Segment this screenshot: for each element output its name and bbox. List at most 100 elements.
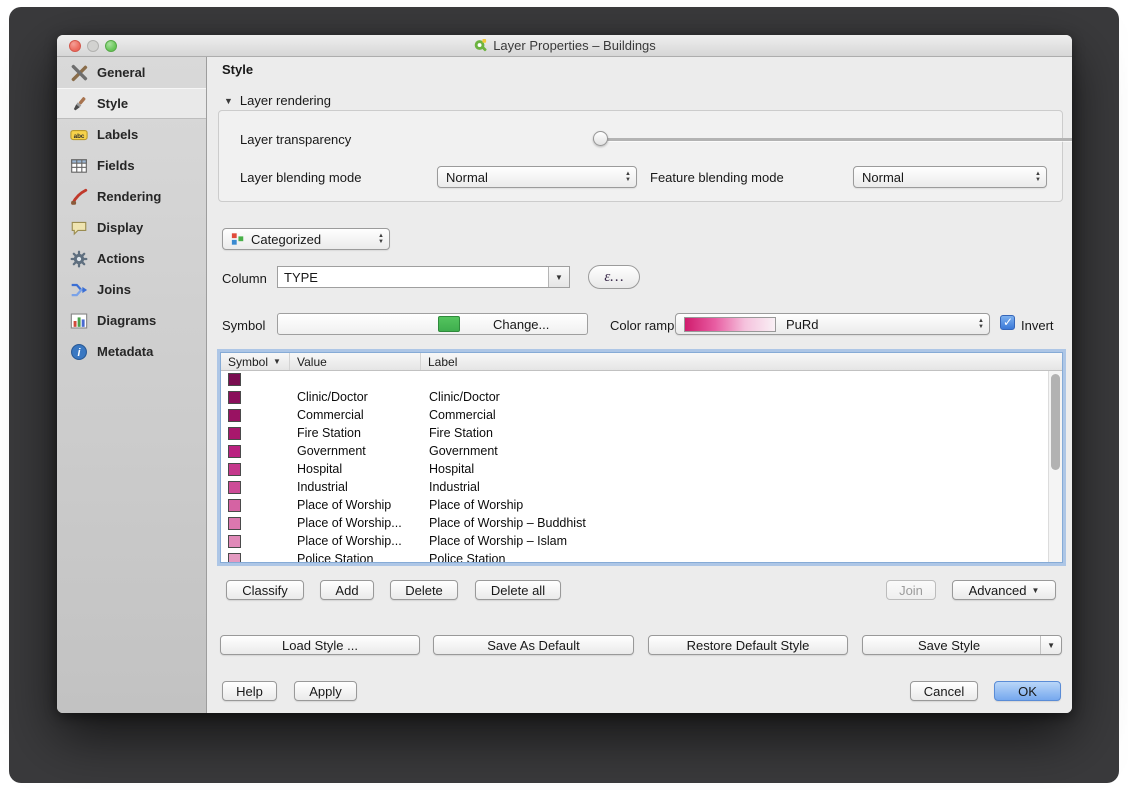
gear-icon: [70, 250, 88, 268]
advanced-button[interactable]: Advanced ▼: [952, 580, 1056, 600]
info-icon: i: [70, 343, 88, 361]
color-ramp-select[interactable]: PuRd ▲▼: [675, 313, 990, 335]
symbol-swatch: [438, 316, 460, 332]
svg-text:abc: abc: [74, 132, 85, 139]
apply-button[interactable]: Apply: [294, 681, 357, 701]
delete-all-button[interactable]: Delete all: [475, 580, 561, 600]
category-symbol-swatch[interactable]: [228, 535, 241, 548]
sidebar-item-labels[interactable]: abc Labels: [57, 119, 206, 150]
restore-default-style-button[interactable]: Restore Default Style: [648, 635, 848, 655]
layer-properties-window: Layer Properties – Buildings General Styl…: [57, 35, 1072, 713]
layer-transparency-slider[interactable]: [593, 129, 1072, 149]
combo-dropdown-icon[interactable]: ▼: [548, 267, 569, 287]
category-symbol-swatch[interactable]: [228, 553, 241, 562]
scrollbar-thumb[interactable]: [1051, 374, 1060, 470]
join-button[interactable]: Join: [886, 580, 936, 600]
category-row[interactable]: [221, 371, 1048, 389]
category-symbol-swatch[interactable]: [228, 373, 241, 386]
category-label: Place of Worship – Islam: [429, 534, 567, 548]
sidebar-item-display[interactable]: Display: [57, 212, 206, 243]
category-symbol-swatch[interactable]: [228, 445, 241, 458]
category-row[interactable]: Commercial Commercial: [221, 407, 1048, 425]
sidebar-item-fields[interactable]: Fields: [57, 150, 206, 181]
speech-bubble-icon: [70, 219, 88, 237]
sidebar-item-diagrams[interactable]: Diagrams: [57, 305, 206, 336]
bar-chart-icon: [70, 312, 88, 330]
feature-blending-select[interactable]: Normal ▲▼: [853, 166, 1047, 188]
sidebar-item-rendering[interactable]: Rendering: [57, 181, 206, 212]
join-arrows-icon: [70, 281, 88, 299]
color-ramp-value: PuRd: [786, 317, 819, 332]
sidebar-item-metadata[interactable]: i Metadata: [57, 336, 206, 367]
vertical-scrollbar[interactable]: [1048, 371, 1062, 562]
category-symbol-swatch[interactable]: [228, 427, 241, 440]
save-style-button[interactable]: Save Style ▼: [862, 635, 1062, 655]
dropdown-arrow-icon: ▼: [1031, 586, 1039, 595]
popup-arrows-icon: ▲▼: [620, 167, 636, 187]
column-header-symbol[interactable]: Symbol ▼: [221, 353, 290, 370]
category-symbol-swatch[interactable]: [228, 391, 241, 404]
popup-arrows-icon: ▲▼: [1030, 167, 1046, 187]
category-symbol-swatch[interactable]: [228, 409, 241, 422]
color-ramp-preview: [684, 317, 776, 332]
window-title-area: Layer Properties – Buildings: [57, 35, 1072, 56]
paintbrush-icon: [70, 95, 88, 113]
sidebar-item-label: Labels: [97, 127, 138, 142]
sidebar-item-joins[interactable]: Joins: [57, 274, 206, 305]
delete-button[interactable]: Delete: [390, 580, 458, 600]
category-symbol-swatch[interactable]: [228, 481, 241, 494]
category-label: Fire Station: [429, 426, 493, 440]
category-symbol-swatch[interactable]: [228, 499, 241, 512]
load-style-button[interactable]: Load Style ...: [220, 635, 420, 655]
sidebar-item-actions[interactable]: Actions: [57, 243, 206, 274]
feature-blending-label: Feature blending mode: [650, 170, 784, 185]
column-select[interactable]: TYPE ▼: [277, 266, 570, 288]
qgis-icon: [473, 38, 488, 53]
expression-builder-button[interactable]: ε…: [588, 265, 640, 289]
add-button[interactable]: Add: [320, 580, 374, 600]
titlebar[interactable]: Layer Properties – Buildings: [57, 35, 1072, 57]
renderer-type-value: Categorized: [251, 232, 321, 247]
column-header-label[interactable]: Label: [421, 353, 1062, 370]
column-label: Column: [222, 271, 267, 286]
category-row[interactable]: Place of Worship...Place of Worship – Bu…: [221, 515, 1048, 533]
categorized-renderer-icon: [231, 232, 245, 246]
help-button[interactable]: Help: [222, 681, 277, 701]
category-row[interactable]: GovernmentGovernment: [221, 443, 1048, 461]
column-header-value[interactable]: Value: [290, 353, 421, 370]
layer-blending-select[interactable]: Normal ▲▼: [437, 166, 637, 188]
renderer-type-select[interactable]: Categorized ▲▼: [222, 228, 390, 250]
ok-button[interactable]: OK: [994, 681, 1061, 701]
dropdown-arrow-icon[interactable]: ▼: [1040, 636, 1061, 654]
sidebar-item-label: Metadata: [97, 344, 153, 359]
category-value: Place of Worship...: [297, 534, 402, 548]
sidebar-item-general[interactable]: General: [57, 57, 206, 88]
cancel-button[interactable]: Cancel: [910, 681, 978, 701]
category-row[interactable]: Place of Worship... Place of Worship – Is…: [221, 533, 1048, 551]
category-row[interactable]: Clinic/DoctorClinic/Doctor: [221, 389, 1048, 407]
disclosure-triangle-icon[interactable]: ▼: [224, 96, 233, 106]
categories-table[interactable]: Symbol ▼ Value Label Clinic/DoctorClinic…: [220, 352, 1063, 563]
category-symbol-swatch[interactable]: [228, 517, 241, 530]
slider-knob[interactable]: [593, 131, 608, 146]
sidebar-item-style[interactable]: Style: [57, 88, 206, 119]
category-label: Commercial: [429, 408, 496, 422]
classify-button[interactable]: Classify: [226, 580, 304, 600]
category-row[interactable]: Fire StationFire Station: [221, 425, 1048, 443]
category-row[interactable]: Place of WorshipPlace of Worship: [221, 497, 1048, 515]
category-row[interactable]: Police StationPolice Station: [221, 551, 1048, 562]
slider-track[interactable]: [593, 138, 1072, 141]
category-value: Commercial: [297, 408, 364, 422]
layer-rendering-header[interactable]: ▼ Layer rendering: [224, 93, 331, 108]
category-row[interactable]: IndustrialIndustrial: [221, 479, 1048, 497]
rendering-brush-icon: [70, 188, 88, 206]
category-label: Place of Worship – Buddhist: [429, 516, 586, 530]
sidebar-item-label: General: [97, 65, 145, 80]
invert-checkbox[interactable]: [1000, 315, 1015, 330]
save-as-default-button[interactable]: Save As Default: [433, 635, 634, 655]
category-label: Police Station: [429, 552, 505, 562]
symbol-change-button[interactable]: Change...: [277, 313, 588, 335]
category-symbol-swatch[interactable]: [228, 463, 241, 476]
attribute-table-icon: [70, 157, 88, 175]
category-row[interactable]: HospitalHospital: [221, 461, 1048, 479]
